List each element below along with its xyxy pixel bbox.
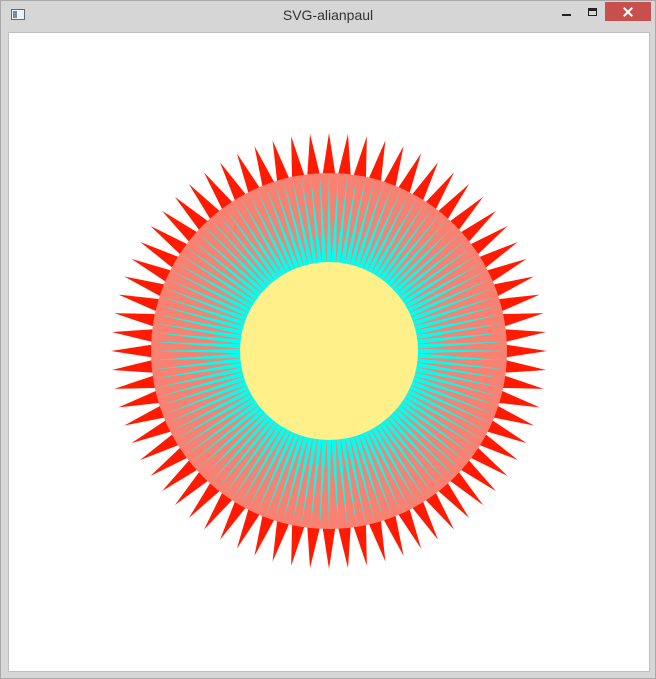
outer-spike [254,514,275,556]
sun-drawing [111,133,547,569]
minimize-icon[interactable] [554,3,580,23]
outer-spike [254,146,275,188]
outer-spike [124,276,166,297]
maximize-icon[interactable] [580,3,606,23]
outer-spike [111,359,155,373]
outer-spike [337,525,351,569]
outer-spike [503,329,547,343]
outer-spike [272,519,290,562]
outer-spike [383,146,404,188]
outer-spike [503,359,547,373]
outer-spike [497,390,540,408]
outer-spike [337,133,351,177]
center-disc [240,262,418,440]
outer-spike [114,313,157,327]
app-window: SVG-alianpaul [0,0,656,679]
outer-spike [501,375,544,389]
outer-spike [353,136,367,179]
outer-spike [114,375,157,389]
outer-spike [497,294,540,312]
outer-spike [492,276,534,297]
outer-spike [383,514,404,556]
outer-spike [111,329,155,343]
outer-spike [492,405,534,426]
outer-spike [118,390,161,408]
outer-spike [368,519,386,562]
outer-spike [291,136,305,179]
svg-canvas-area [8,32,650,672]
outer-spike [307,133,321,177]
outer-spike [504,344,547,358]
outer-spike [501,313,544,327]
outer-spike [368,140,386,183]
outer-spike [124,405,166,426]
outer-spike [322,526,336,569]
outer-spike [322,133,336,176]
outer-spike [353,523,367,566]
title-bar[interactable]: SVG-alianpaul [1,1,655,31]
close-icon[interactable] [605,2,651,21]
outer-spike [307,525,321,569]
outer-spike [111,344,154,358]
outer-spike [272,140,290,183]
outer-spike [118,294,161,312]
outer-spike [291,523,305,566]
